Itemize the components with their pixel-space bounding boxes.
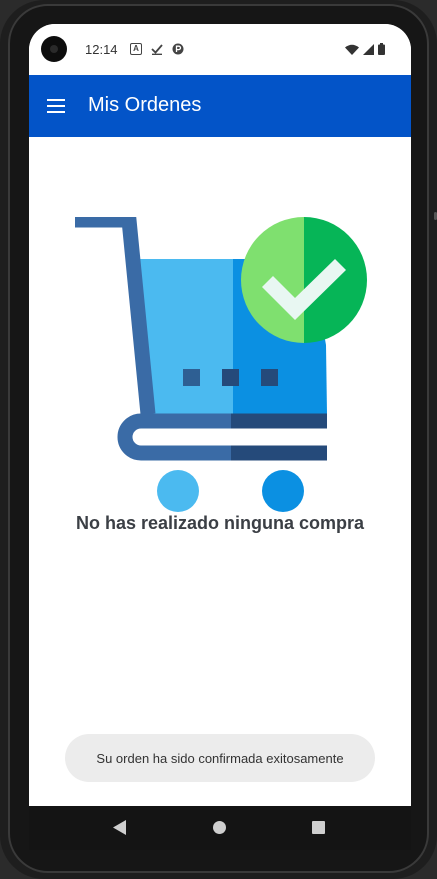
hamburger-menu-icon[interactable]	[39, 89, 73, 123]
status-time: 12:14	[85, 42, 118, 57]
status-bar: 12:14 A	[29, 24, 411, 75]
page-title: Mis Ordenes	[88, 94, 202, 116]
front-camera	[41, 36, 67, 62]
wifi-icon	[345, 44, 359, 55]
battery-icon	[378, 43, 385, 55]
check-icon	[151, 44, 163, 55]
cart-check-icon	[75, 217, 367, 512]
system-icons	[345, 43, 385, 55]
a-box-icon: A	[130, 43, 142, 55]
signal-icon	[363, 43, 374, 55]
notification-icons: A	[130, 43, 184, 55]
toast-message: Su orden ha sido confirmada exitosamente	[65, 734, 375, 782]
home-icon[interactable]	[213, 821, 226, 834]
empty-orders-message: No has realizado ninguna compra	[75, 513, 365, 533]
navigation-bar	[29, 806, 411, 850]
recents-icon[interactable]	[312, 821, 325, 834]
app-bar: Mis Ordenes	[29, 75, 411, 137]
p-circle-icon	[172, 43, 184, 55]
back-icon[interactable]	[113, 820, 126, 835]
screen: 12:14 A Mis Ordenes No has realizado nin…	[29, 24, 411, 806]
